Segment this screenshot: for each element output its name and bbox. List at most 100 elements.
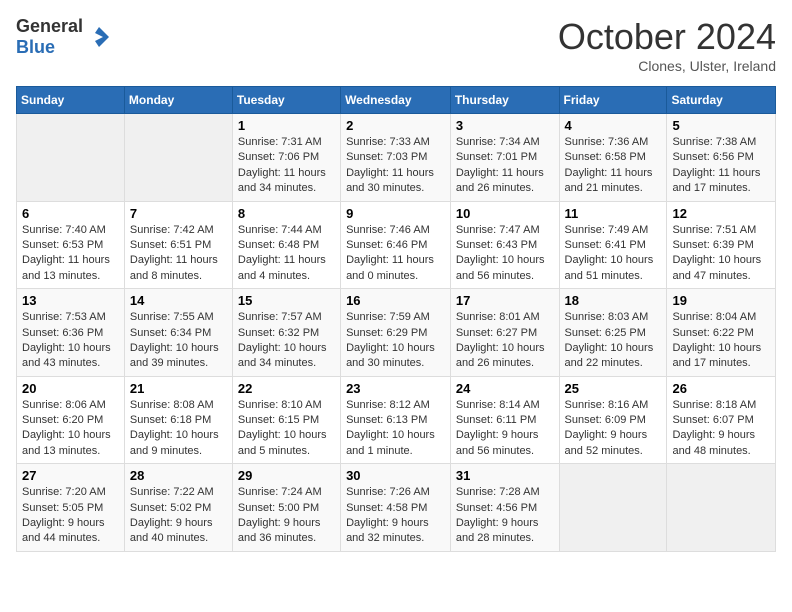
calendar-cell: 26 Sunrise: 8:18 AM Sunset: 6:07 PM Dayli… bbox=[667, 376, 776, 464]
calendar-cell: 28 Sunrise: 7:22 AM Sunset: 5:02 PM Dayli… bbox=[124, 464, 232, 552]
calendar-cell: 2 Sunrise: 7:33 AM Sunset: 7:03 PM Daylig… bbox=[341, 114, 451, 202]
day-number: 25 bbox=[565, 381, 662, 396]
calendar-cell: 12Sunrise: 7:51 AM Sunset: 6:39 PM Dayli… bbox=[667, 201, 776, 289]
calendar-cell bbox=[17, 114, 125, 202]
logo-general: General bbox=[16, 16, 83, 36]
day-info: Sunrise: 8:16 AM Sunset: 6:09 PM Dayligh… bbox=[565, 398, 662, 460]
day-info: Sunrise: 8:18 AM Sunset: 6:07 PM Dayligh… bbox=[672, 398, 770, 460]
day-number: 6 bbox=[22, 206, 119, 221]
day-info: Sunrise: 8:01 AM Sunset: 6:27 PM Dayligh… bbox=[456, 310, 554, 372]
calendar-cell: 4Sunrise: 7:36 AM Sunset: 6:58 PM Daylig… bbox=[559, 114, 667, 202]
calendar-cell: 24 Sunrise: 8:14 AM Sunset: 6:11 PM Dayli… bbox=[450, 376, 559, 464]
page-header: General Blue October 2024 Clones, Ulster… bbox=[16, 16, 776, 74]
month-title: October 2024 bbox=[558, 16, 776, 58]
calendar-cell: 18 Sunrise: 8:03 AM Sunset: 6:25 PM Dayli… bbox=[559, 289, 667, 377]
calendar-cell: 23 Sunrise: 8:12 AM Sunset: 6:13 PM Dayli… bbox=[341, 376, 451, 464]
day-number: 29 bbox=[238, 468, 335, 483]
calendar-cell: 10Sunrise: 7:47 AM Sunset: 6:43 PM Dayli… bbox=[450, 201, 559, 289]
day-number: 18 bbox=[565, 293, 662, 308]
day-info: Sunrise: 7:26 AM Sunset: 4:58 PM Dayligh… bbox=[346, 485, 445, 547]
day-info: Sunrise: 7:31 AM Sunset: 7:06 PM Dayligh… bbox=[238, 135, 335, 197]
day-number: 24 bbox=[456, 381, 554, 396]
day-info: Sunrise: 7:44 AM Sunset: 6:48 PM Dayligh… bbox=[238, 223, 335, 285]
calendar-cell: 19 Sunrise: 8:04 AM Sunset: 6:22 PM Dayli… bbox=[667, 289, 776, 377]
day-info: Sunrise: 8:12 AM Sunset: 6:13 PM Dayligh… bbox=[346, 398, 445, 460]
day-number: 23 bbox=[346, 381, 445, 396]
calendar-cell: 22 Sunrise: 8:10 AM Sunset: 6:15 PM Dayli… bbox=[232, 376, 340, 464]
day-number: 7 bbox=[130, 206, 227, 221]
day-number: 9 bbox=[346, 206, 445, 221]
header-monday: Monday bbox=[124, 87, 232, 114]
day-info: Sunrise: 8:04 AM Sunset: 6:22 PM Dayligh… bbox=[672, 310, 770, 372]
header-tuesday: Tuesday bbox=[232, 87, 340, 114]
calendar-week-2: 6 Sunrise: 7:40 AM Sunset: 6:53 PM Daylig… bbox=[17, 201, 776, 289]
calendar-week-4: 20 Sunrise: 8:06 AM Sunset: 6:20 PM Dayli… bbox=[17, 376, 776, 464]
day-number: 12 bbox=[672, 206, 770, 221]
day-info: Sunrise: 8:10 AM Sunset: 6:15 PM Dayligh… bbox=[238, 398, 335, 460]
logo: General Blue bbox=[16, 16, 113, 58]
logo-icon bbox=[85, 23, 113, 51]
calendar-cell: 15 Sunrise: 7:57 AM Sunset: 6:32 PM Dayli… bbox=[232, 289, 340, 377]
calendar-cell: 30 Sunrise: 7:26 AM Sunset: 4:58 PM Dayli… bbox=[341, 464, 451, 552]
day-number: 13 bbox=[22, 293, 119, 308]
logo-blue: Blue bbox=[16, 37, 55, 57]
calendar-cell: 25 Sunrise: 8:16 AM Sunset: 6:09 PM Dayli… bbox=[559, 376, 667, 464]
day-info: Sunrise: 7:36 AM Sunset: 6:58 PM Dayligh… bbox=[565, 135, 662, 197]
day-number: 14 bbox=[130, 293, 227, 308]
calendar-cell: 20 Sunrise: 8:06 AM Sunset: 6:20 PM Dayli… bbox=[17, 376, 125, 464]
day-number: 10 bbox=[456, 206, 554, 221]
day-info: Sunrise: 8:08 AM Sunset: 6:18 PM Dayligh… bbox=[130, 398, 227, 460]
day-info: Sunrise: 7:55 AM Sunset: 6:34 PM Dayligh… bbox=[130, 310, 227, 372]
day-number: 28 bbox=[130, 468, 227, 483]
calendar-week-5: 27Sunrise: 7:20 AM Sunset: 5:05 PM Dayli… bbox=[17, 464, 776, 552]
day-number: 22 bbox=[238, 381, 335, 396]
day-info: Sunrise: 7:34 AM Sunset: 7:01 PM Dayligh… bbox=[456, 135, 554, 197]
day-info: Sunrise: 7:38 AM Sunset: 6:56 PM Dayligh… bbox=[672, 135, 770, 197]
day-info: Sunrise: 8:06 AM Sunset: 6:20 PM Dayligh… bbox=[22, 398, 119, 460]
calendar-cell bbox=[559, 464, 667, 552]
day-info: Sunrise: 7:53 AM Sunset: 6:36 PM Dayligh… bbox=[22, 310, 119, 372]
day-info: Sunrise: 8:03 AM Sunset: 6:25 PM Dayligh… bbox=[565, 310, 662, 372]
calendar-header-row: SundayMondayTuesdayWednesdayThursdayFrid… bbox=[17, 87, 776, 114]
calendar-cell: 27Sunrise: 7:20 AM Sunset: 5:05 PM Dayli… bbox=[17, 464, 125, 552]
day-number: 30 bbox=[346, 468, 445, 483]
day-number: 17 bbox=[456, 293, 554, 308]
calendar-cell: 8Sunrise: 7:44 AM Sunset: 6:48 PM Daylig… bbox=[232, 201, 340, 289]
header-sunday: Sunday bbox=[17, 87, 125, 114]
calendar-cell: 14 Sunrise: 7:55 AM Sunset: 6:34 PM Dayli… bbox=[124, 289, 232, 377]
header-wednesday: Wednesday bbox=[341, 87, 451, 114]
location-subtitle: Clones, Ulster, Ireland bbox=[558, 58, 776, 74]
day-info: Sunrise: 7:40 AM Sunset: 6:53 PM Dayligh… bbox=[22, 223, 119, 285]
day-info: Sunrise: 7:59 AM Sunset: 6:29 PM Dayligh… bbox=[346, 310, 445, 372]
header-thursday: Thursday bbox=[450, 87, 559, 114]
calendar-cell: 5 Sunrise: 7:38 AM Sunset: 6:56 PM Daylig… bbox=[667, 114, 776, 202]
calendar-cell: 3Sunrise: 7:34 AM Sunset: 7:01 PM Daylig… bbox=[450, 114, 559, 202]
calendar-cell: 11Sunrise: 7:49 AM Sunset: 6:41 PM Dayli… bbox=[559, 201, 667, 289]
title-area: October 2024 Clones, Ulster, Ireland bbox=[558, 16, 776, 74]
day-info: Sunrise: 7:46 AM Sunset: 6:46 PM Dayligh… bbox=[346, 223, 445, 285]
calendar-cell: 17 Sunrise: 8:01 AM Sunset: 6:27 PM Dayli… bbox=[450, 289, 559, 377]
day-number: 19 bbox=[672, 293, 770, 308]
calendar-cell: 29Sunrise: 7:24 AM Sunset: 5:00 PM Dayli… bbox=[232, 464, 340, 552]
day-info: Sunrise: 7:33 AM Sunset: 7:03 PM Dayligh… bbox=[346, 135, 445, 197]
day-info: Sunrise: 8:14 AM Sunset: 6:11 PM Dayligh… bbox=[456, 398, 554, 460]
calendar-cell: 6 Sunrise: 7:40 AM Sunset: 6:53 PM Daylig… bbox=[17, 201, 125, 289]
calendar-cell: 16 Sunrise: 7:59 AM Sunset: 6:29 PM Dayli… bbox=[341, 289, 451, 377]
calendar-week-3: 13 Sunrise: 7:53 AM Sunset: 6:36 PM Dayli… bbox=[17, 289, 776, 377]
day-number: 26 bbox=[672, 381, 770, 396]
day-info: Sunrise: 7:22 AM Sunset: 5:02 PM Dayligh… bbox=[130, 485, 227, 547]
day-info: Sunrise: 7:28 AM Sunset: 4:56 PM Dayligh… bbox=[456, 485, 554, 547]
day-number: 31 bbox=[456, 468, 554, 483]
day-number: 20 bbox=[22, 381, 119, 396]
day-number: 16 bbox=[346, 293, 445, 308]
day-number: 2 bbox=[346, 118, 445, 133]
day-number: 11 bbox=[565, 206, 662, 221]
day-number: 15 bbox=[238, 293, 335, 308]
calendar-cell: 31 Sunrise: 7:28 AM Sunset: 4:56 PM Dayli… bbox=[450, 464, 559, 552]
calendar-table: SundayMondayTuesdayWednesdayThursdayFrid… bbox=[16, 86, 776, 552]
day-info: Sunrise: 7:57 AM Sunset: 6:32 PM Dayligh… bbox=[238, 310, 335, 372]
day-number: 5 bbox=[672, 118, 770, 133]
calendar-cell: 13 Sunrise: 7:53 AM Sunset: 6:36 PM Dayli… bbox=[17, 289, 125, 377]
calendar-cell bbox=[124, 114, 232, 202]
calendar-cell: 7Sunrise: 7:42 AM Sunset: 6:51 PM Daylig… bbox=[124, 201, 232, 289]
